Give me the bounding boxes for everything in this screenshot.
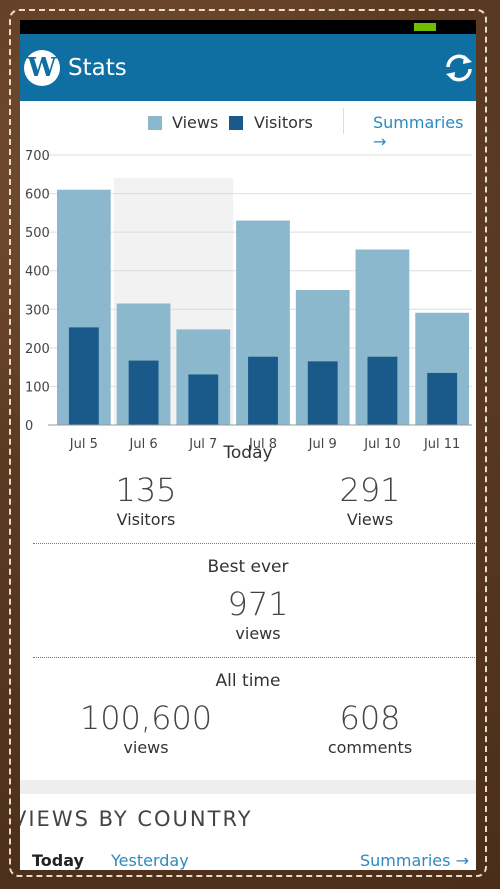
tab-today[interactable]: Today	[32, 851, 84, 870]
today-title: Today	[223, 443, 273, 463]
y-tick-label: 400	[25, 265, 50, 280]
legend-divider	[343, 108, 344, 134]
visitors-bar	[68, 327, 99, 425]
today-views-value: 291	[339, 471, 401, 509]
refresh-icon[interactable]	[442, 51, 476, 85]
today-views-label: Views	[346, 510, 394, 529]
all-time-comments-value: 608	[339, 699, 401, 737]
y-tick-label: 600	[25, 188, 50, 203]
best-ever-title: Best ever	[207, 557, 289, 577]
divider	[33, 543, 475, 544]
y-tick-label: 100	[25, 380, 50, 395]
app-bar: W Stats	[20, 34, 476, 101]
battery-icon	[414, 23, 436, 31]
all-time-views-value: 100,600	[79, 699, 213, 737]
visitors-bar	[367, 356, 398, 425]
y-tick-label: 300	[25, 303, 50, 318]
best-ever-label: views	[235, 624, 281, 643]
today-visitors-value: 135	[115, 471, 177, 509]
y-tick-label: 500	[25, 226, 50, 241]
chart-legend: Views Visitors Summaries →	[20, 105, 476, 151]
all-time-comments-label: comments	[327, 738, 413, 757]
tab-yesterday[interactable]: Yesterday	[111, 851, 189, 870]
views-by-country-title: VIEWS BY COUNTRY	[20, 807, 253, 831]
best-ever-value: 971	[227, 585, 289, 623]
y-tick-label: 200	[25, 342, 50, 357]
country-summaries-link[interactable]: Summaries →	[360, 851, 469, 870]
status-bar	[20, 20, 476, 34]
stats-bar-chart: 0100200300400500600700Jul 5 Jul 6 Jul 7 Jul…	[25, 149, 472, 452]
y-tick-label: 700	[25, 149, 50, 164]
visitors-bar	[248, 356, 278, 425]
visitors-bar	[307, 361, 338, 425]
today-visitors-label: Visitors	[116, 510, 176, 529]
visitors-bar	[427, 372, 458, 425]
legend-visitors-label: Visitors	[254, 113, 313, 132]
divider	[33, 657, 475, 658]
page-title: Stats	[68, 55, 127, 81]
visitors-swatch	[229, 116, 243, 130]
visitors-bar	[128, 360, 159, 425]
y-tick-label: 0	[25, 419, 33, 434]
legend-views-label: Views	[172, 113, 219, 132]
views-swatch	[148, 116, 162, 130]
section-separator	[20, 780, 476, 794]
wordpress-logo-icon[interactable]: W	[24, 50, 60, 86]
visitors-bar	[188, 374, 219, 425]
phone-screen: W Stats Views Visitors Summaries → 0 100 2…	[20, 20, 476, 870]
all-time-title: All time	[215, 671, 281, 691]
all-time-views-label: views	[123, 738, 169, 757]
